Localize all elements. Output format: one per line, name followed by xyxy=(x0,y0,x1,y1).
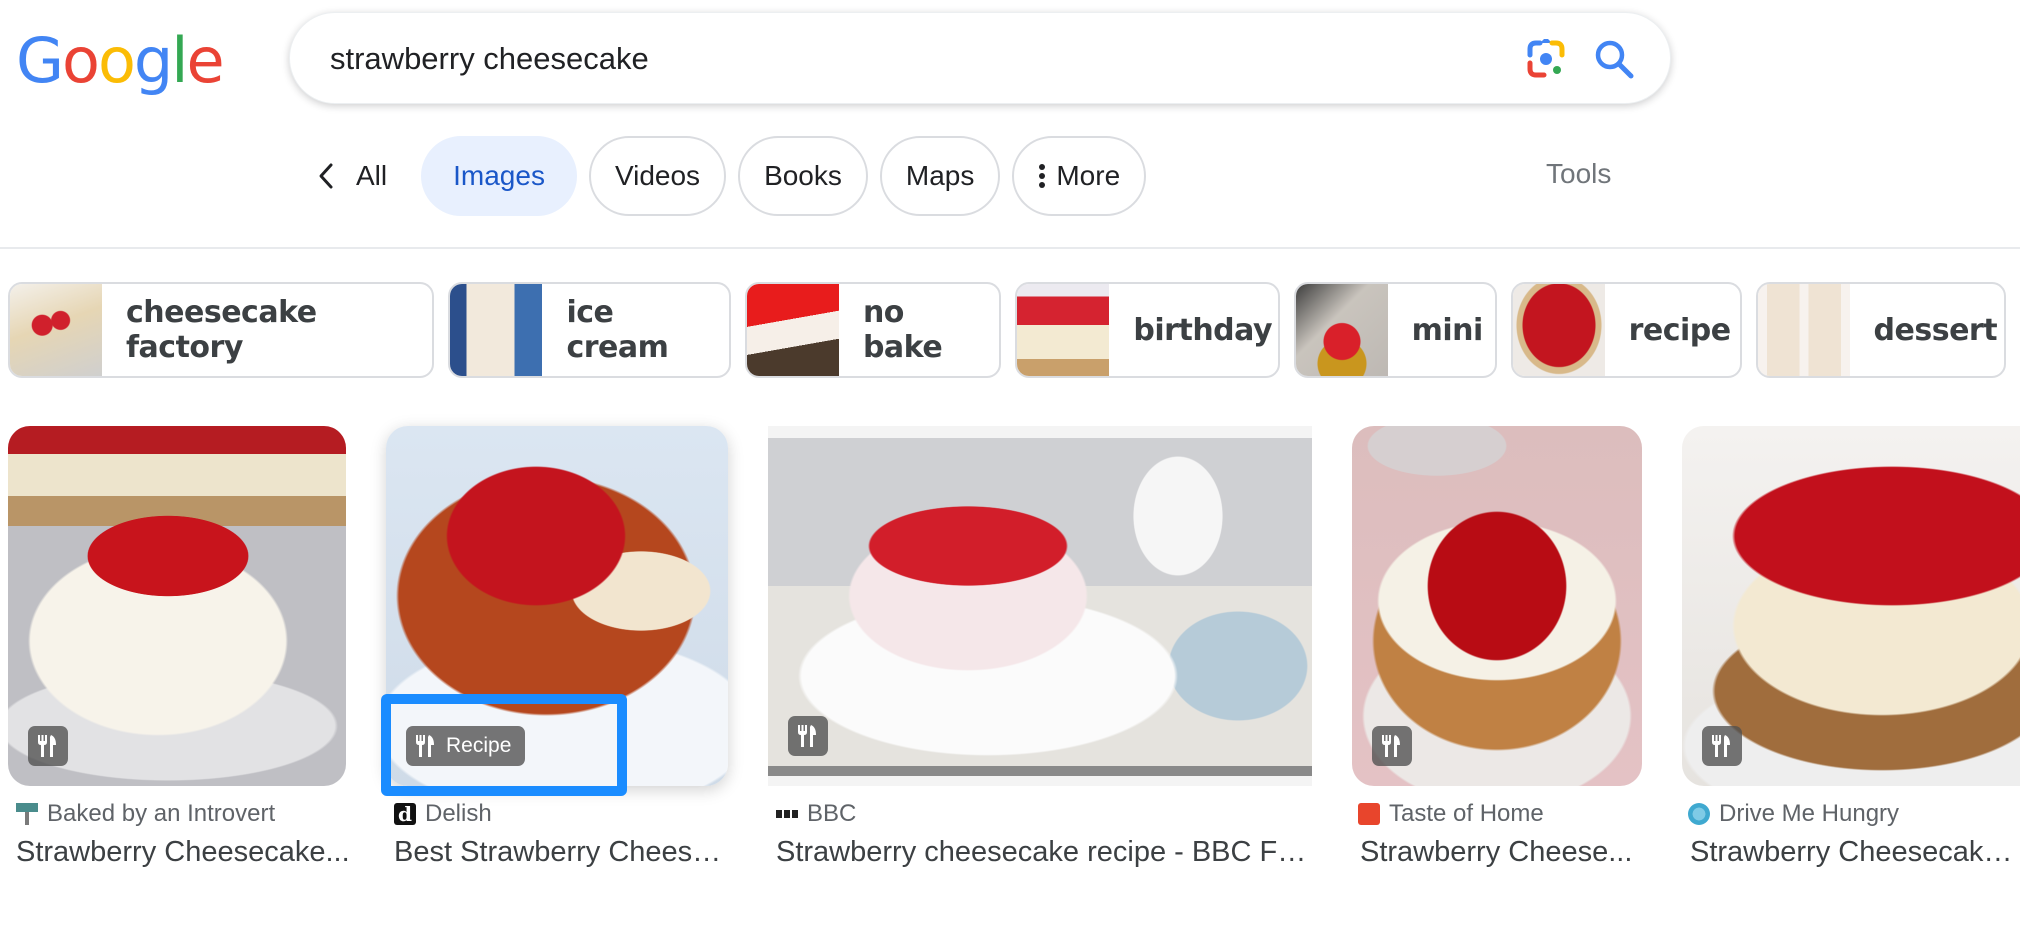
chevron-left-icon xyxy=(319,163,333,189)
logo-letter: g xyxy=(133,24,173,97)
image-results-grid: Baked by an Introvert Strawberry Cheesec… xyxy=(0,426,2020,886)
refinement-chip[interactable]: dessert xyxy=(1755,282,2007,378)
chip-label: cheesecake factory xyxy=(126,295,317,365)
badge-label: Recipe xyxy=(446,734,512,757)
logo-letter: G xyxy=(16,24,64,97)
fork-knife-icon xyxy=(416,735,434,757)
chip-label: dessert xyxy=(1873,312,1998,348)
source-name: Drive Me Hungry xyxy=(1719,800,1900,827)
refinement-chip[interactable]: cheesecake factory xyxy=(8,282,435,378)
logo-letter: o xyxy=(97,24,136,97)
search-input[interactable] xyxy=(330,13,1430,105)
result-title[interactable]: Strawberry Cheese... xyxy=(1360,836,1650,869)
tab-all-label: All xyxy=(356,160,388,191)
result-image[interactable] xyxy=(1352,426,1642,786)
recipe-badge xyxy=(28,726,68,766)
result-source[interactable]: Taste of Home xyxy=(1358,800,1544,828)
result-title[interactable]: Strawberry Cheesecake... xyxy=(16,836,354,869)
search-box xyxy=(289,12,1671,105)
chip-label: birthday xyxy=(1133,312,1273,348)
result-image[interactable]: Recipe xyxy=(386,426,728,786)
recipe-badge: Recipe xyxy=(406,726,526,766)
refinement-chip[interactable]: mini xyxy=(1293,282,1497,378)
fork-knife-icon xyxy=(1382,735,1400,757)
result-image[interactable] xyxy=(8,426,346,786)
result-image[interactable] xyxy=(768,426,1312,786)
result-title[interactable]: Strawberry Cheesecake... xyxy=(1690,836,2020,869)
tab-maps[interactable]: Maps xyxy=(879,136,1001,216)
tab-label: Maps xyxy=(905,160,975,191)
search-type-tabs: All Images Videos Books Maps More xyxy=(308,136,1158,216)
result-source[interactable]: Drive Me Hungry xyxy=(1688,800,1899,828)
chip-thumbnail xyxy=(450,284,543,376)
result-title[interactable]: Best Strawberry Cheese... xyxy=(394,836,728,869)
logo-letter: o xyxy=(62,24,100,97)
header-divider xyxy=(0,247,2020,249)
source-favicon xyxy=(1688,803,1710,825)
chip-label: ice cream xyxy=(566,295,669,365)
google-lens-button[interactable] xyxy=(1526,39,1566,79)
tab-label: Videos xyxy=(614,160,701,191)
chip-label: recipe xyxy=(1628,312,1732,348)
fork-knife-icon xyxy=(1712,735,1730,757)
source-favicon: d xyxy=(394,803,416,825)
magnifier-icon xyxy=(1595,40,1634,79)
refinement-chips: cheesecake factory ice cream no bake bir… xyxy=(8,282,2020,378)
vertical-dots-icon xyxy=(1039,164,1046,188)
chip-label: mini xyxy=(1411,312,1484,348)
result-source[interactable]: d Delish xyxy=(394,800,492,828)
result-source[interactable]: Baked by an Introvert xyxy=(16,800,275,828)
tab-label: More xyxy=(1056,160,1121,191)
source-name: Delish xyxy=(425,800,492,827)
tab-more[interactable]: More xyxy=(1012,136,1147,216)
fork-knife-icon xyxy=(38,735,56,757)
chip-thumbnail xyxy=(1017,284,1110,376)
google-logo[interactable]: Google xyxy=(16,24,225,97)
chip-thumbnail xyxy=(1757,284,1850,376)
refinement-chip[interactable]: no bake xyxy=(744,282,1002,378)
tab-all[interactable]: All xyxy=(308,136,407,216)
source-favicon xyxy=(1358,803,1380,825)
chip-label: no bake xyxy=(862,295,943,365)
recipe-badge xyxy=(1702,726,1742,766)
source-name: Baked by an Introvert xyxy=(47,800,276,827)
refinement-chip[interactable]: recipe xyxy=(1510,282,1742,378)
tab-books[interactable]: Books xyxy=(738,136,868,216)
chip-thumbnail xyxy=(746,284,839,376)
recipe-badge xyxy=(1372,726,1412,766)
source-name: BBC xyxy=(807,800,857,827)
tab-videos[interactable]: Videos xyxy=(588,136,727,216)
search-button[interactable] xyxy=(1592,37,1636,81)
source-favicon xyxy=(776,810,798,818)
source-name: Taste of Home xyxy=(1389,800,1544,827)
logo-letter: e xyxy=(186,24,225,97)
chip-thumbnail xyxy=(1512,284,1605,376)
refinement-chip[interactable]: birthday xyxy=(1015,282,1280,378)
source-favicon xyxy=(16,803,38,825)
result-title[interactable]: Strawberry cheesecake recipe - BBC Fo... xyxy=(776,836,1312,869)
result-image[interactable] xyxy=(1682,426,2020,786)
tab-label: Books xyxy=(764,160,842,191)
fork-knife-icon xyxy=(798,725,816,747)
recipe-badge xyxy=(788,716,828,756)
logo-letter: l xyxy=(171,24,188,97)
tools-button[interactable]: Tools xyxy=(1546,158,1611,190)
google-lens-icon xyxy=(1527,39,1565,78)
chip-thumbnail xyxy=(10,284,102,376)
result-source[interactable]: BBC xyxy=(776,800,856,828)
refinement-chip[interactable]: ice cream xyxy=(448,282,731,378)
tab-images[interactable]: Images xyxy=(421,136,577,216)
tab-label: Images xyxy=(453,160,545,191)
chip-thumbnail xyxy=(1295,284,1388,376)
